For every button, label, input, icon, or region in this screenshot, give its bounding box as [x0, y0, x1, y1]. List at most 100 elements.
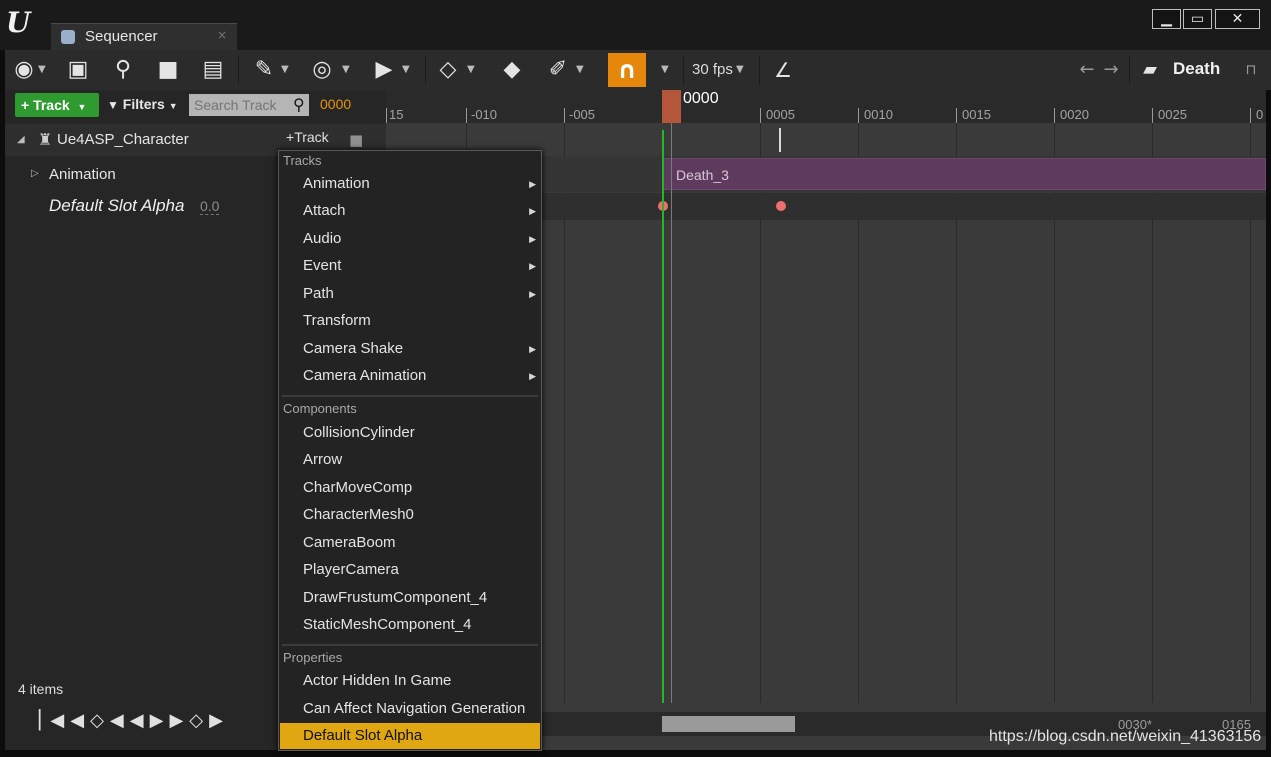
ruler-tick [858, 108, 859, 123]
clapperboard-icon[interactable]: ▤ [198, 56, 228, 84]
slot-alpha-value[interactable]: 0.0 [200, 198, 220, 215]
ruler-tick [466, 108, 467, 123]
keyframe[interactable] [776, 201, 786, 211]
menu-item-component[interactable]: CollisionCylinder [280, 420, 540, 446]
world-settings-icon[interactable]: ◉ [11, 56, 37, 84]
chevron-down-icon[interactable]: ▼ [38, 60, 46, 80]
menu-divider [282, 395, 538, 397]
menu-item-component[interactable]: CameraBoom [280, 530, 540, 556]
menu-item-label: Transform [303, 312, 371, 329]
arrow-left-icon[interactable]: ← [1077, 56, 1097, 84]
sequencer-toolbar: ◉ ▼ ▣ ⚲ ■ ▤ ✎ ▼ ◎ ▼ ▶ ▼ ◇ ▼ ◆ ✐ ▼ ∩ ▼ 30… [5, 50, 1271, 90]
current-time[interactable]: 0000 [320, 96, 351, 112]
prev-key-icon[interactable]: ◇ [90, 710, 110, 731]
menu-item-audio[interactable]: Audio ▶ [280, 226, 540, 252]
save-icon[interactable]: ▣ [63, 56, 93, 84]
search-icon[interactable]: ⚲ [108, 56, 138, 84]
menu-item-transform[interactable]: Transform [280, 308, 540, 334]
next-key-icon[interactable]: ◇ [189, 710, 209, 731]
submenu-arrow-icon: ▶ [529, 179, 536, 189]
menu-item-camera-animation[interactable]: Camera Animation ▶ [280, 363, 540, 389]
menu-item-component[interactable]: CharacterMesh0 [280, 502, 540, 528]
playhead-handle[interactable] [662, 90, 681, 123]
jump-to-end-icon[interactable]: ▶ [209, 710, 229, 731]
menu-item-event[interactable]: Event ▶ [280, 253, 540, 279]
character-add-track-button[interactable]: +Track [286, 129, 329, 145]
play-icon[interactable]: ▶ [150, 710, 170, 731]
toolbar-divider [1129, 56, 1130, 84]
chevron-down-icon[interactable]: ▼ [402, 60, 410, 80]
step-back-icon[interactable]: ◀◀ [50, 710, 90, 731]
submenu-arrow-icon: ▶ [529, 234, 536, 244]
slot-alpha-label: Default Slot Alpha [49, 196, 185, 215]
chevron-down-icon[interactable]: ▼ [576, 60, 584, 80]
menu-item-component[interactable]: Arrow [280, 447, 540, 473]
filter-icon: ▼ [107, 98, 119, 112]
marker-line [779, 128, 781, 152]
snap-magnet-icon[interactable]: ∩ [608, 53, 646, 87]
chevron-down-icon[interactable]: ▼ [661, 60, 669, 80]
close-window-button[interactable]: ✕ [1215, 9, 1260, 29]
menu-item-property[interactable]: Actor Hidden In Game [280, 668, 540, 694]
collapsed-triangle-icon[interactable]: ▷ [31, 168, 39, 179]
folder-icon[interactable]: ▰ [1137, 56, 1163, 84]
play-icon[interactable]: ▶ [371, 56, 397, 84]
time-ruler[interactable] [386, 90, 1266, 123]
step-forward-icon[interactable]: ▶ [169, 710, 189, 731]
camera-icon[interactable]: ■ [349, 131, 363, 149]
eye-icon[interactable]: ◎ [305, 56, 339, 84]
menu-item-label: Path [303, 285, 334, 302]
tick-label: -005 [569, 107, 596, 122]
ruler-tick [956, 108, 957, 123]
playback-start-line[interactable] [662, 130, 664, 703]
submenu-arrow-icon: ▶ [529, 344, 536, 354]
menu-item-label: Animation [303, 175, 370, 192]
wrench-icon[interactable]: ✎ [251, 56, 277, 84]
minimize-button[interactable]: ▁ [1152, 9, 1181, 29]
menu-item-attach[interactable]: Attach ▶ [280, 198, 540, 224]
chevron-down-icon[interactable]: ▼ [281, 60, 289, 80]
scrollbar-thumb[interactable] [662, 716, 795, 732]
menu-item-component[interactable]: DrawFrustumComponent_4 [280, 585, 540, 611]
menu-item-component[interactable]: StaticMeshComponent_4 [280, 612, 540, 638]
menu-item-animation[interactable]: Animation ▶ [280, 171, 540, 197]
tick-label: 15 [389, 107, 404, 122]
chevron-down-icon[interactable]: ▼ [736, 60, 744, 80]
ruler-tick [386, 108, 387, 123]
menu-item-camera-shake[interactable]: Camera Shake ▶ [280, 336, 540, 362]
menu-item-path[interactable]: Path ▶ [280, 281, 540, 307]
menu-divider [282, 644, 538, 646]
jump-to-start-icon[interactable]: ⎮ [35, 710, 50, 731]
brush-icon[interactable]: ✐ [545, 56, 571, 84]
expanded-triangle-icon[interactable]: ◢ [17, 134, 25, 145]
menu-item-component[interactable]: CharMoveComp [280, 475, 540, 501]
tab-sequencer[interactable]: Sequencer × [51, 23, 237, 50]
chevron-down-icon[interactable]: ▼ [467, 60, 475, 80]
camera-icon[interactable]: ■ [153, 56, 183, 84]
filters-button[interactable]: ▼ Filters ▼ [107, 96, 178, 112]
ruler-tick [1152, 108, 1153, 123]
curve-editor-icon[interactable]: ∠ [767, 56, 799, 84]
fps-dropdown[interactable]: 30 fps [692, 61, 733, 78]
search-icon: ⚲ [293, 95, 305, 114]
play-reverse-icon[interactable]: ◀ [130, 710, 150, 731]
chevron-down-icon[interactable]: ▼ [342, 60, 350, 80]
sequence-name[interactable]: Death [1173, 59, 1220, 79]
step-back-frame-icon[interactable]: ◀ [110, 710, 130, 731]
maximize-button[interactable]: ▭ [1183, 9, 1212, 29]
add-track-menu: Tracks Animation ▶ Attach ▶ Audio ▶ Event ▶ … [278, 150, 542, 751]
arrow-right-icon[interactable]: → [1101, 56, 1121, 84]
tab-close-icon[interactable]: × [217, 28, 227, 42]
menu-item-component[interactable]: PlayerCamera [280, 557, 540, 583]
add-track-button[interactable]: + Track ▼ [15, 93, 99, 117]
toolbar-divider [238, 56, 239, 84]
menu-heading-components: Components [283, 401, 357, 416]
menu-item-property-highlighted[interactable]: Default Slot Alpha [280, 723, 540, 749]
menu-heading-tracks: Tracks [283, 153, 322, 168]
lock-icon[interactable]: ⊓ [1241, 56, 1261, 84]
search-track-input[interactable] [189, 94, 309, 116]
menu-item-property[interactable]: Can Affect Navigation Generation [280, 696, 540, 722]
animation-section[interactable]: Death_3 [663, 158, 1266, 190]
tag-icon[interactable]: ◆ [497, 56, 527, 84]
key-diamond-icon[interactable]: ◇ [433, 56, 463, 84]
